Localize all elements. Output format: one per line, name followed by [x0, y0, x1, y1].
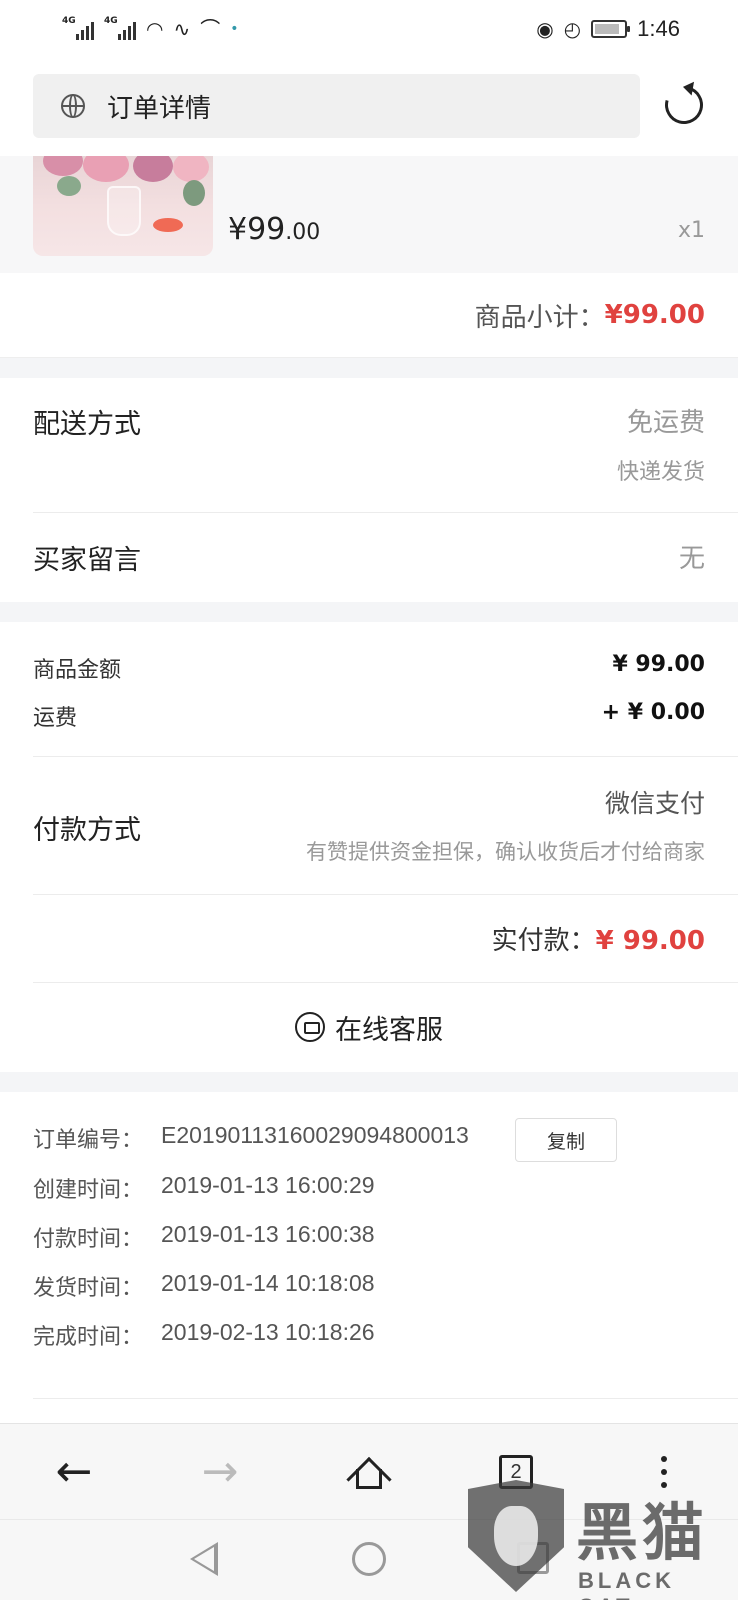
signal-icon-2: 4G	[104, 16, 136, 40]
globe-icon	[61, 94, 85, 118]
back-button[interactable]: ←	[34, 1424, 114, 1520]
subtotal-label: 商品小计：	[474, 302, 605, 333]
subtotal-value: ¥99.00	[604, 300, 705, 330]
divider	[33, 894, 738, 895]
cat-icon	[494, 1506, 538, 1566]
paid-row: 实付款：¥ 99.00	[492, 920, 705, 957]
subtotal-row: 商品小计： ¥99.00	[0, 273, 738, 358]
delivery-label: 配送方式	[33, 409, 141, 440]
buyer-message-value: 无	[678, 544, 705, 574]
status-icons-right: ◉ ◴ 1:46	[536, 16, 680, 42]
goods-amount-label: 商品金额	[33, 658, 122, 683]
delivery-card: 配送方式 免运费 快递发货 买家留言 无	[0, 378, 738, 602]
paid-value: ¥ 99.00	[595, 926, 705, 956]
created-time-row: 创建时间： 2019-01-13 16:00:29	[33, 1172, 375, 1203]
activity-icon: ∿	[173, 17, 191, 41]
section-separator	[0, 358, 738, 378]
online-service-button[interactable]: 在线客服	[0, 983, 738, 1071]
delivery-method: 快递发货	[616, 460, 705, 485]
watermark-cn: 黑猫	[576, 1496, 709, 1569]
shipped-time-row: 发货时间： 2019-01-14 10:18:08	[33, 1270, 375, 1301]
copy-button[interactable]: 复制	[515, 1118, 617, 1162]
payment-method-label: 付款方式	[33, 815, 141, 846]
signal-icon: 4G	[62, 16, 94, 40]
order-number-row: 订单编号： E20190113160029094800013	[33, 1122, 469, 1153]
paid-label: 实付款：	[491, 926, 596, 956]
notification-icon: •	[230, 21, 239, 37]
clock: 1:46	[637, 16, 680, 41]
paid-time-row: 付款时间： 2019-01-13 16:00:38	[33, 1221, 375, 1252]
buyer-message-label: 买家留言	[33, 545, 141, 576]
battery-icon	[591, 20, 631, 38]
online-service-label: 在线客服	[335, 1014, 443, 1046]
address-bar[interactable]: 订单详情	[33, 74, 640, 138]
status-bar: 4G 4G ◠ ∿ ⌒ • ◉ ◴ 1:46	[0, 0, 738, 58]
product-image[interactable]	[33, 156, 213, 256]
divider	[33, 512, 738, 513]
payment-card: 商品金额 ¥ 99.00 运费 + ¥ 0.00 付款方式 微信支付 有赞提供资…	[0, 622, 738, 1072]
order-info-card: 订单编号： E20190113160029094800013 复制 创建时间： 20…	[0, 1092, 738, 1423]
alarm-icon: ◴	[563, 17, 582, 41]
delivery-fee: 免运费	[626, 408, 705, 438]
completed-time-row: 完成时间： 2019-02-13 10:18:26	[33, 1319, 375, 1350]
divider	[33, 756, 738, 757]
arrow-left-icon: ←	[55, 1446, 93, 1497]
section-separator	[0, 602, 738, 622]
payment-method-value: 微信支付	[604, 789, 705, 818]
shipping-label: 运费	[33, 706, 78, 731]
page-title: 订单详情	[107, 93, 212, 124]
nav-back-icon[interactable]	[190, 1542, 218, 1576]
product-quantity: x1	[677, 218, 705, 243]
watermark-en: BLACK CAT	[578, 1568, 675, 1600]
section-separator	[0, 1072, 738, 1092]
reload-icon[interactable]	[658, 79, 710, 131]
chat-icon	[295, 1012, 325, 1042]
alipay-icon: ⌒	[200, 17, 221, 41]
forward-button[interactable]: →	[180, 1424, 260, 1520]
payment-guarantee-note: 有赞提供资金担保，确认收货后才付给商家	[306, 840, 705, 864]
nav-home-icon[interactable]	[352, 1542, 386, 1576]
browser-top-bar: 订单详情	[0, 58, 738, 156]
eye-icon: ◉	[536, 17, 554, 41]
product-row[interactable]: ¥99.00 x1	[0, 156, 738, 273]
shipping-value: + ¥ 0.00	[601, 700, 705, 725]
status-icons-left: 4G 4G ◠ ∿ ⌒ •	[62, 16, 239, 41]
home-icon	[346, 1455, 392, 1503]
goods-amount-value: ¥ 99.00	[612, 652, 705, 677]
product-price: ¥99.00	[228, 212, 321, 247]
divider	[33, 1398, 738, 1399]
home-button[interactable]	[329, 1424, 409, 1520]
order-number: E20190113160029094800013	[161, 1122, 469, 1148]
arrow-right-icon: →	[201, 1446, 239, 1497]
watermark: 黑猫 BLACK CAT	[466, 1480, 738, 1600]
wifi-icon: ◠	[146, 17, 164, 41]
